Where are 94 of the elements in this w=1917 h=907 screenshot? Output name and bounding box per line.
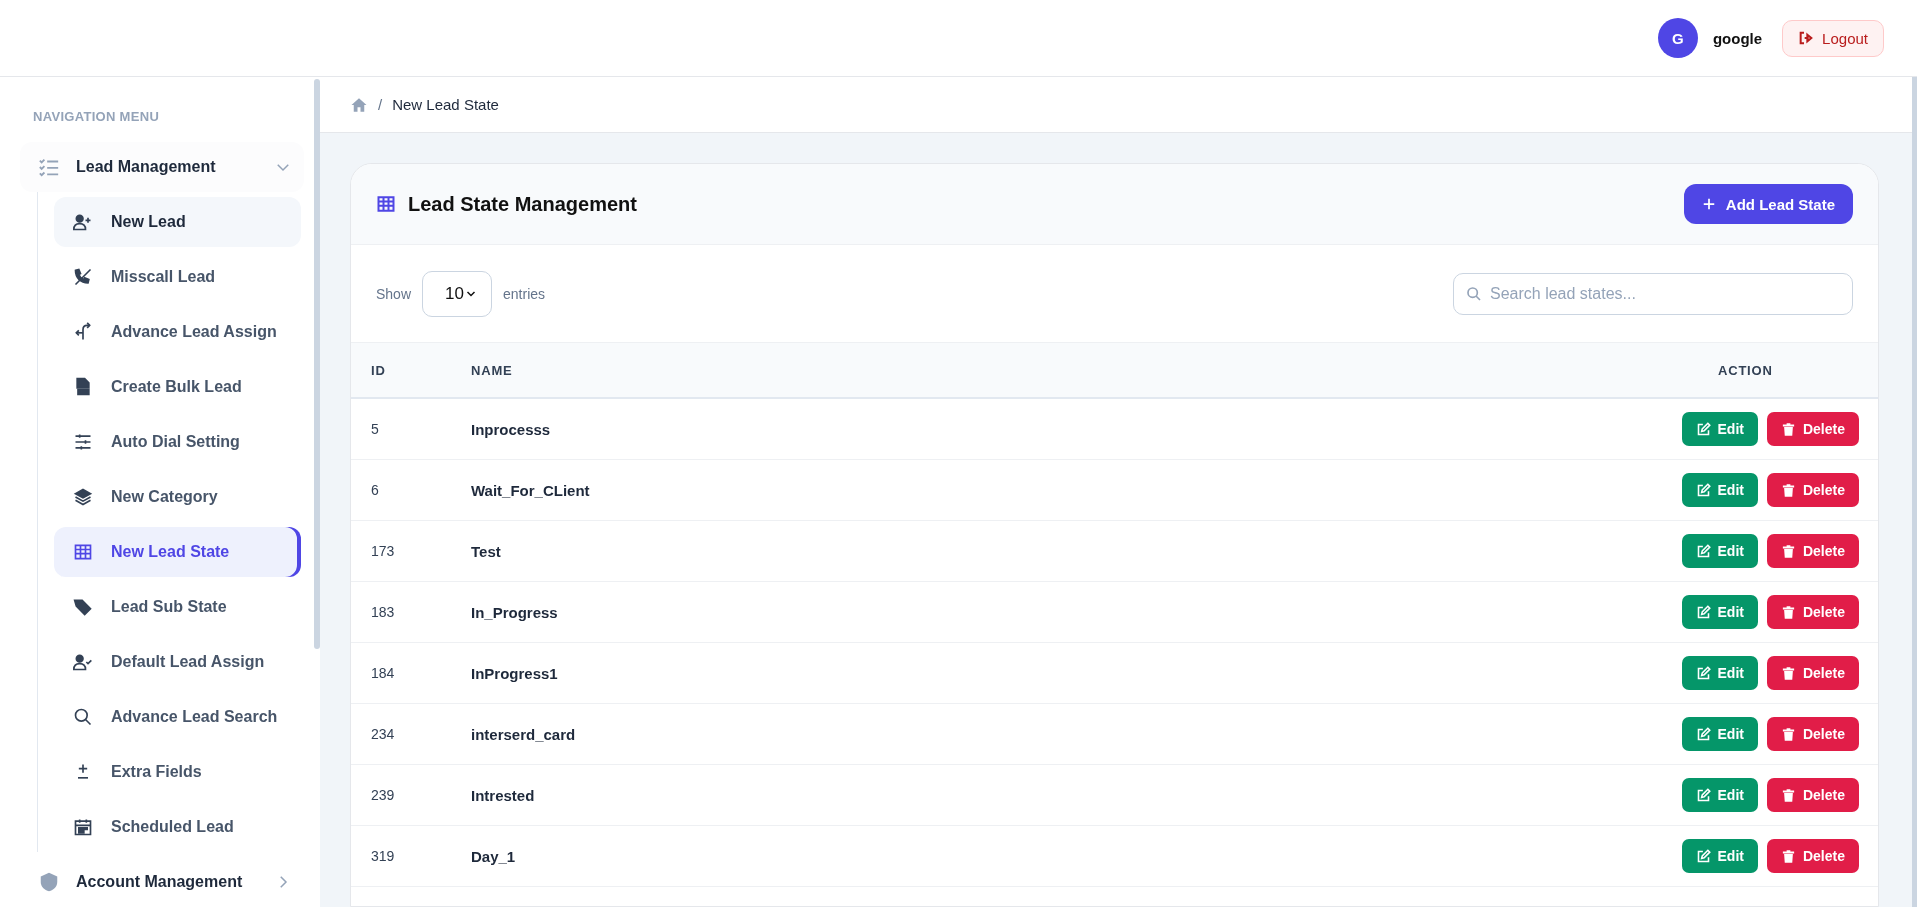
breadcrumb-current: New Lead State <box>392 96 499 113</box>
checklist-icon <box>38 156 60 178</box>
search-icon <box>73 707 93 727</box>
sliders-icon <box>73 432 93 452</box>
table-cell-text: Intrested <box>471 786 536 804</box>
trash-icon <box>1780 482 1796 498</box>
table-cell-text: 6 <box>370 482 380 498</box>
table-cell-text: 183 <box>370 604 396 620</box>
edit-button[interactable]: Edit <box>1681 778 1758 812</box>
show-label: Show <box>376 285 412 302</box>
trash-icon <box>1780 421 1796 437</box>
table-cell-text: Wait_For_CLient <box>471 481 591 499</box>
edit-button[interactable]: Edit <box>1681 839 1758 873</box>
edit-button[interactable]: Edit <box>1681 656 1758 690</box>
menu-item[interactable]: Advance Lead Assign <box>54 307 301 357</box>
scroll-bar[interactable] <box>1912 77 1917 907</box>
edit-icon <box>1695 848 1711 864</box>
menu-item[interactable]: New Lead <box>54 197 301 247</box>
user-plus-icon <box>73 212 93 232</box>
table-cell-text: 234 <box>370 726 396 742</box>
phone-slash-icon <box>73 267 93 287</box>
edit-button[interactable]: Edit <box>1681 473 1758 507</box>
table-cell-text: 319 <box>370 848 396 864</box>
edit-button[interactable]: Edit <box>1681 595 1758 629</box>
section-heading: NAVIGATION MENU <box>33 109 161 124</box>
edit-icon <box>1695 482 1711 498</box>
logout-button[interactable]: Logout <box>1782 19 1884 57</box>
scroll-bar[interactable] <box>314 79 320 649</box>
add-lead-state-button[interactable]: Add Lead State <box>1683 184 1853 224</box>
user-avatar[interactable]: G <box>1657 18 1698 58</box>
menu-item[interactable]: Extra Fields <box>54 747 301 797</box>
layers-icon <box>73 487 93 507</box>
column-header: ACTION <box>1718 362 1774 378</box>
edit-icon <box>1695 665 1711 681</box>
delete-button[interactable]: Delete <box>1766 778 1859 812</box>
table-cell-text: In_Progress <box>471 603 559 621</box>
menu-item[interactable]: Scheduled Lead <box>54 802 301 852</box>
delete-button[interactable]: Delete <box>1766 656 1859 690</box>
edit-icon <box>1695 604 1711 620</box>
column-header: ID <box>370 362 387 378</box>
breadcrumb-separator: / <box>378 96 383 113</box>
trash-icon <box>1780 665 1796 681</box>
menu-item[interactable]: New Category <box>54 472 301 522</box>
menu-item[interactable]: Misscall Lead <box>54 252 301 302</box>
delete-button[interactable]: Delete <box>1766 595 1859 629</box>
delete-button[interactable]: Delete <box>1766 534 1859 568</box>
table-cell-text: 173 <box>370 543 396 559</box>
edit-button[interactable]: Edit <box>1681 534 1758 568</box>
grid-icon <box>73 542 93 562</box>
sign-out-icon <box>1798 30 1815 46</box>
table-cell-text: 239 <box>370 787 396 803</box>
edit-button[interactable]: Edit <box>1681 717 1758 751</box>
trash-icon <box>1780 787 1796 803</box>
menu-item[interactable]: Lead Sub State <box>54 582 301 632</box>
column-header: NAME <box>471 362 514 378</box>
user-check-icon <box>73 652 93 672</box>
menu-item[interactable]: Auto Dial Setting <box>54 417 301 467</box>
edit-icon <box>1695 787 1711 803</box>
card-title: Lead State Management <box>408 192 638 216</box>
delete-button[interactable]: Delete <box>1766 473 1859 507</box>
menu-item[interactable]: Create Bulk Lead <box>54 362 301 412</box>
grid-icon <box>376 194 396 214</box>
edit-icon <box>1695 726 1711 742</box>
shield-icon <box>38 871 60 893</box>
table-cell-text: Inprocesss <box>471 420 552 438</box>
trash-icon <box>1780 604 1796 620</box>
user-name: google <box>1712 29 1763 47</box>
trash-icon <box>1780 726 1796 742</box>
menu-item[interactable]: Default Lead Assign <box>54 637 301 687</box>
table-cell-text: 184 <box>370 665 396 681</box>
plus-icon <box>1701 197 1716 211</box>
delete-button[interactable]: Delete <box>1766 839 1859 873</box>
trash-icon <box>1780 848 1796 864</box>
edit-icon <box>1695 421 1711 437</box>
menu-item[interactable]: Advance Lead Search <box>54 692 301 742</box>
edit-icon <box>1695 543 1711 559</box>
menu-item[interactable]: New Lead State <box>54 527 301 577</box>
table-cell-text: Day_1 <box>471 847 517 865</box>
calendar-icon <box>73 817 93 837</box>
delete-button[interactable]: Delete <box>1766 412 1859 446</box>
delete-button[interactable]: Delete <box>1766 717 1859 751</box>
table-cell-text: 5 <box>370 421 380 437</box>
tag-icon <box>73 597 93 617</box>
table-cell-text: interserd_card <box>471 725 577 743</box>
table-cell-text: InProgress1 <box>471 664 559 682</box>
search-field[interactable]: Search lead states... <box>1453 272 1853 315</box>
table-cell-text: Test <box>471 542 502 560</box>
trash-icon <box>1780 543 1796 559</box>
edit-button[interactable]: Edit <box>1681 412 1758 446</box>
split-arrow-icon <box>73 322 93 342</box>
entries-label: entries <box>503 285 546 302</box>
page-size-select[interactable]: 10 <box>422 270 493 317</box>
menu-group[interactable]: Account Management <box>20 857 304 907</box>
search-icon <box>1466 285 1482 302</box>
